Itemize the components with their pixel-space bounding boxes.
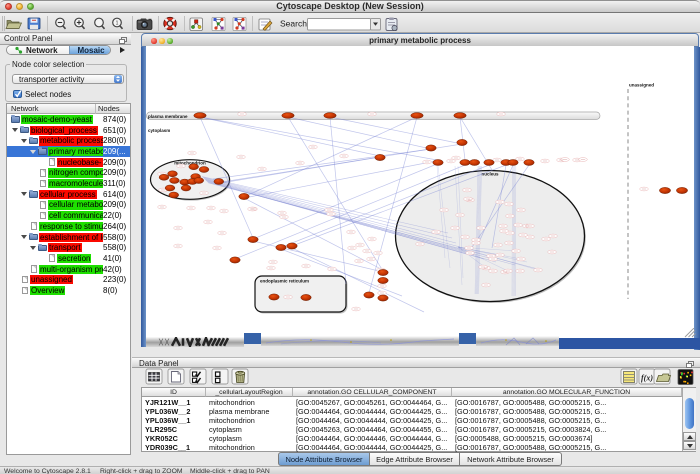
svg-text:f(x): f(x) (641, 374, 653, 383)
svg-text:Search:: Search: (280, 19, 309, 29)
svg-text:endoplasmic reticulum: endoplasmic reticulum (260, 278, 309, 283)
svg-text:cytoplasm: cytoplasm (148, 128, 170, 133)
svg-text:plasma membrane: plasma membrane (148, 114, 188, 119)
svg-text:1: 1 (116, 21, 119, 27)
svg-text:nucleus: nucleus (481, 172, 499, 177)
svg-text:unassigned: unassigned (629, 83, 654, 88)
